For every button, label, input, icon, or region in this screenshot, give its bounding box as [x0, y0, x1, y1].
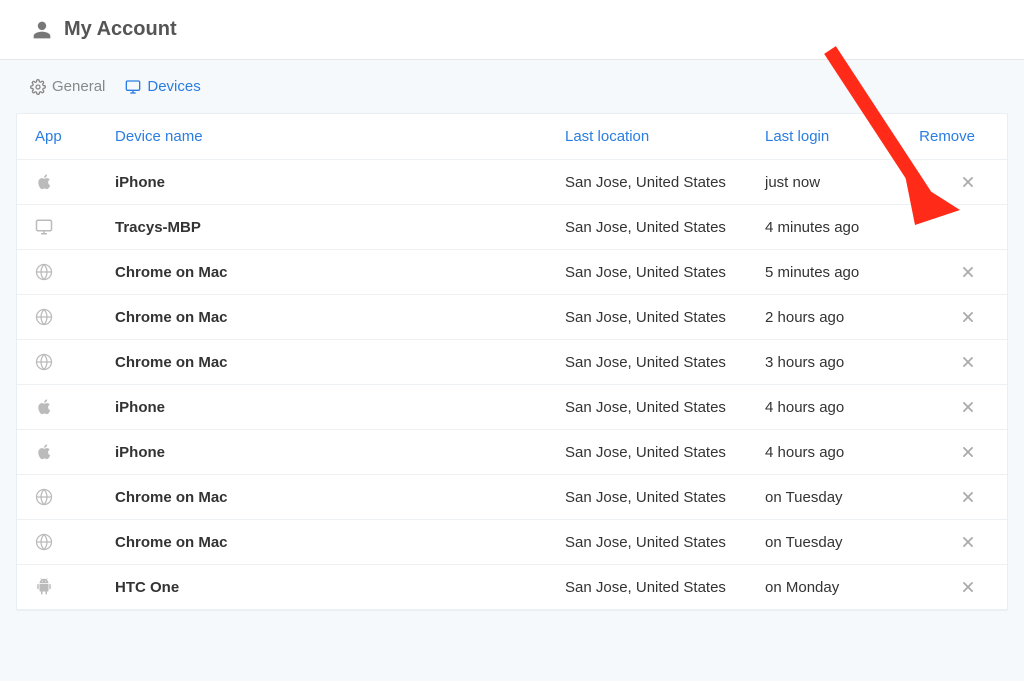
device-name: iPhone: [115, 174, 565, 191]
table-row: Tracys-MBPSan Jose, United States4 minut…: [17, 205, 1007, 250]
content-area: General Devices App Device name Last loc…: [0, 59, 1024, 681]
android-icon: [35, 578, 115, 596]
last-location: San Jose, United States: [565, 489, 765, 506]
last-location: San Jose, United States: [565, 309, 765, 326]
table-row: HTC OneSan Jose, United Stateson Monday: [17, 565, 1007, 610]
tabs: General Devices: [16, 60, 1008, 113]
close-icon: [961, 310, 975, 324]
last-location: San Jose, United States: [565, 534, 765, 551]
last-location: San Jose, United States: [565, 219, 765, 236]
table-row: Chrome on MacSan Jose, United Stateson T…: [17, 520, 1007, 565]
device-name: Chrome on Mac: [115, 534, 565, 551]
close-icon: [961, 535, 975, 549]
table-row: iPhoneSan Jose, United States4 hours ago: [17, 385, 1007, 430]
column-app[interactable]: App: [35, 128, 115, 145]
device-name: Tracys-MBP: [115, 219, 565, 236]
tab-general-label: General: [52, 78, 105, 95]
last-login: 4 minutes ago: [765, 219, 915, 236]
column-last-location[interactable]: Last location: [565, 128, 765, 145]
remove-button[interactable]: [915, 310, 975, 324]
gear-icon: [30, 79, 46, 95]
last-login: 3 hours ago: [765, 354, 915, 371]
apple-icon: [35, 443, 115, 461]
table-row: Chrome on MacSan Jose, United Stateson T…: [17, 475, 1007, 520]
device-name: Chrome on Mac: [115, 264, 565, 281]
close-icon: [961, 355, 975, 369]
last-location: San Jose, United States: [565, 399, 765, 416]
remove-button[interactable]: [915, 265, 975, 279]
device-name: Chrome on Mac: [115, 489, 565, 506]
apple-icon: [35, 173, 115, 191]
table-body: iPhoneSan Jose, United Statesjust nowTra…: [17, 160, 1007, 610]
table-row: iPhoneSan Jose, United Statesjust now: [17, 160, 1007, 205]
device-name: iPhone: [115, 444, 565, 461]
globe-icon: [35, 488, 115, 506]
table-row: iPhoneSan Jose, United States4 hours ago: [17, 430, 1007, 475]
last-location: San Jose, United States: [565, 354, 765, 371]
monitor-icon: [125, 79, 141, 95]
last-login: just now: [765, 174, 915, 191]
last-login: 2 hours ago: [765, 309, 915, 326]
close-icon: [961, 445, 975, 459]
device-name: iPhone: [115, 399, 565, 416]
tab-devices-label: Devices: [147, 78, 200, 95]
device-name: Chrome on Mac: [115, 309, 565, 326]
globe-icon: [35, 533, 115, 551]
remove-button[interactable]: [915, 400, 975, 414]
remove-button[interactable]: [915, 175, 975, 189]
device-name: HTC One: [115, 579, 565, 596]
globe-icon: [35, 263, 115, 281]
globe-icon: [35, 353, 115, 371]
last-login: 4 hours ago: [765, 399, 915, 416]
tab-devices[interactable]: Devices: [125, 78, 200, 95]
table-header: App Device name Last location Last login…: [17, 114, 1007, 160]
close-icon: [961, 490, 975, 504]
remove-button[interactable]: [915, 355, 975, 369]
last-login: on Tuesday: [765, 489, 915, 506]
column-remove[interactable]: Remove: [915, 128, 975, 145]
remove-button[interactable]: [915, 490, 975, 504]
globe-icon: [35, 308, 115, 326]
last-login: 5 minutes ago: [765, 264, 915, 281]
table-row: Chrome on MacSan Jose, United States3 ho…: [17, 340, 1007, 385]
monitor-icon: [35, 218, 115, 236]
column-last-login[interactable]: Last login: [765, 128, 915, 145]
apple-icon: [35, 398, 115, 416]
column-device-name[interactable]: Device name: [115, 128, 565, 145]
last-location: San Jose, United States: [565, 444, 765, 461]
devices-table: App Device name Last location Last login…: [16, 113, 1008, 611]
close-icon: [961, 265, 975, 279]
remove-button[interactable]: [915, 580, 975, 594]
remove-button[interactable]: [915, 445, 975, 459]
page-title: My Account: [64, 18, 177, 41]
table-row: Chrome on MacSan Jose, United States2 ho…: [17, 295, 1007, 340]
close-icon: [961, 175, 975, 189]
user-icon: [32, 20, 52, 40]
device-name: Chrome on Mac: [115, 354, 565, 371]
last-location: San Jose, United States: [565, 264, 765, 281]
remove-button[interactable]: [915, 535, 975, 549]
close-icon: [961, 400, 975, 414]
last-login: on Monday: [765, 579, 915, 596]
last-login: 4 hours ago: [765, 444, 915, 461]
table-row: Chrome on MacSan Jose, United States5 mi…: [17, 250, 1007, 295]
last-location: San Jose, United States: [565, 174, 765, 191]
last-login: on Tuesday: [765, 534, 915, 551]
page-header: My Account: [0, 0, 1024, 59]
tab-general[interactable]: General: [30, 78, 105, 95]
last-location: San Jose, United States: [565, 579, 765, 596]
close-icon: [961, 580, 975, 594]
